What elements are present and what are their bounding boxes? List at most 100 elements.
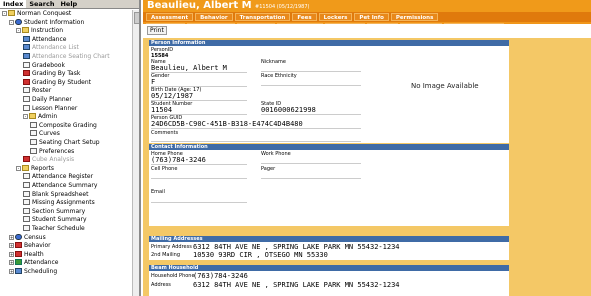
tree-item-label: Scheduling (24, 268, 58, 275)
tree-item[interactable]: Gradebook (23, 61, 65, 70)
tree-item[interactable]: Preferences (30, 147, 75, 156)
collapse-icon[interactable]: - (9, 19, 14, 25)
household-phone-value: (763)784-3246 (193, 272, 248, 280)
tree-item-label: Student Summary (32, 216, 87, 224)
race-value (261, 79, 361, 86)
document-icon (30, 139, 37, 145)
document-icon (23, 216, 30, 223)
tree-item[interactable]: Attendance Register (23, 173, 93, 181)
email-label: Email (151, 189, 165, 195)
expand-icon[interactable]: + (9, 243, 14, 249)
person-icon (15, 233, 22, 240)
student-number-value: 11504 (151, 106, 247, 115)
tree-item-label: Lesson Planner (32, 104, 78, 112)
tab-transportation[interactable]: Transportation (234, 13, 291, 21)
tree-item[interactable]: Composite Grading (30, 121, 97, 130)
home-phone-value: (763)784-3246 (151, 156, 247, 165)
tree-item-label: Curves (39, 130, 60, 138)
tree-item-label: Gradebook (32, 61, 65, 69)
document-icon (23, 61, 30, 68)
tree-item[interactable]: Attendance Seating Chart (23, 53, 110, 61)
tree-item[interactable]: + Health (9, 250, 44, 259)
tree-item[interactable]: + Attendance (9, 259, 58, 267)
expand-icon[interactable]: + (9, 269, 14, 274)
tree-item[interactable]: - Admin (23, 113, 57, 121)
comments-value (151, 136, 361, 142)
tab-fees[interactable]: Fees (292, 13, 317, 21)
tree-item[interactable]: Grading By Task (23, 70, 80, 78)
person-icon (15, 18, 22, 25)
print-button[interactable]: Print (147, 26, 167, 35)
tree-item[interactable]: Grading By Student (23, 78, 91, 87)
tree-item[interactable]: Student Summary (23, 216, 87, 224)
tab-index[interactable]: Index (0, 0, 27, 8)
tree-item-label: Health (24, 250, 44, 258)
tree-item-label: Attendance Seating Chart (32, 53, 110, 60)
tree-item[interactable]: Roster (23, 87, 51, 95)
document-icon (30, 130, 37, 137)
tree-item-label: Reports (31, 164, 55, 172)
tree-item-label: Norman Conquest (17, 10, 72, 17)
tab-lockers[interactable]: Lockers (318, 13, 353, 21)
tab-assessment[interactable]: Assessment (146, 13, 194, 21)
tree-item[interactable]: Section Summary (23, 207, 85, 216)
expand-icon[interactable]: + (9, 260, 14, 266)
tree-item-label: Student Information (24, 18, 85, 26)
collapse-icon[interactable]: - (16, 165, 21, 171)
tree-item[interactable]: - Instruction (16, 27, 63, 35)
folder-icon (29, 113, 36, 120)
mailing-addresses-panel: Mailing Addresses Primary Address 6312 8… (149, 236, 509, 260)
document-icon (23, 190, 30, 197)
document-icon (23, 44, 30, 51)
document-icon (23, 35, 30, 42)
folder-icon (8, 10, 15, 16)
tab-search[interactable]: Search (26, 0, 57, 8)
tree-item[interactable]: Cube Analysis (23, 156, 74, 164)
tree-item[interactable]: Seating Chart Setup (30, 139, 100, 147)
tab-permissions[interactable]: Permissions (390, 13, 439, 21)
tree-item[interactable]: - Reports (16, 164, 55, 173)
tree-item[interactable]: + Behavior (9, 242, 51, 250)
tree-item[interactable]: Daily Planner (23, 96, 72, 104)
document-icon (23, 87, 30, 94)
collapse-icon[interactable]: - (16, 28, 21, 34)
contact-information-header: Contact Information (149, 144, 509, 150)
tab-help[interactable]: Help (57, 0, 80, 8)
tree-item[interactable]: + Census (9, 233, 46, 242)
tree-item-label: Preferences (39, 147, 75, 155)
tree-item[interactable]: Attendance Summary (23, 182, 97, 190)
collapse-icon[interactable]: - (23, 114, 28, 120)
tree-item-label: Seating Chart Setup (39, 139, 100, 146)
tree-item[interactable]: - Student Information (9, 18, 85, 27)
tree-item[interactable]: Attendance List (23, 44, 79, 52)
tree-item[interactable]: Teacher Schedule (23, 225, 85, 233)
tab-behavior[interactable]: Behavior (195, 13, 233, 21)
tree-scrollbar[interactable] (132, 10, 139, 296)
tree-item-label: Composite Grading (39, 121, 97, 129)
tree-item-label: Grading By Student (32, 78, 91, 86)
tab-pet-info[interactable]: Pet Info (354, 13, 389, 21)
toolbar: Print (143, 24, 591, 38)
tree-item-label: Teacher Schedule (32, 225, 85, 232)
tree-item[interactable]: Curves (30, 130, 60, 138)
tree-item[interactable]: - Norman Conquest (2, 10, 71, 18)
expand-icon[interactable]: + (9, 251, 14, 257)
mailing-addresses-header: Mailing Addresses (149, 236, 509, 242)
tree-item[interactable]: Blank Spreadsheet (23, 190, 88, 199)
tree-item[interactable]: + Scheduling (9, 268, 57, 276)
collapse-icon[interactable]: - (2, 11, 7, 16)
document-icon (23, 53, 30, 59)
person-information-header: Person Information (149, 40, 509, 46)
scrollbar-thumb[interactable] (134, 12, 139, 24)
document-icon (23, 70, 30, 77)
tree-item[interactable]: Missing Assignments (23, 199, 95, 207)
tree-item[interactable]: Attendance (23, 35, 66, 44)
expand-icon[interactable]: + (9, 234, 14, 240)
document-icon (15, 268, 22, 274)
tree-item[interactable]: Lesson Planner (23, 104, 78, 113)
household-header: Beam Household (149, 265, 509, 271)
document-icon (23, 78, 30, 85)
left-tabs: Index Search Help (0, 0, 139, 9)
document-icon (23, 225, 30, 231)
state-id-value: 0016000621998 (261, 106, 361, 115)
